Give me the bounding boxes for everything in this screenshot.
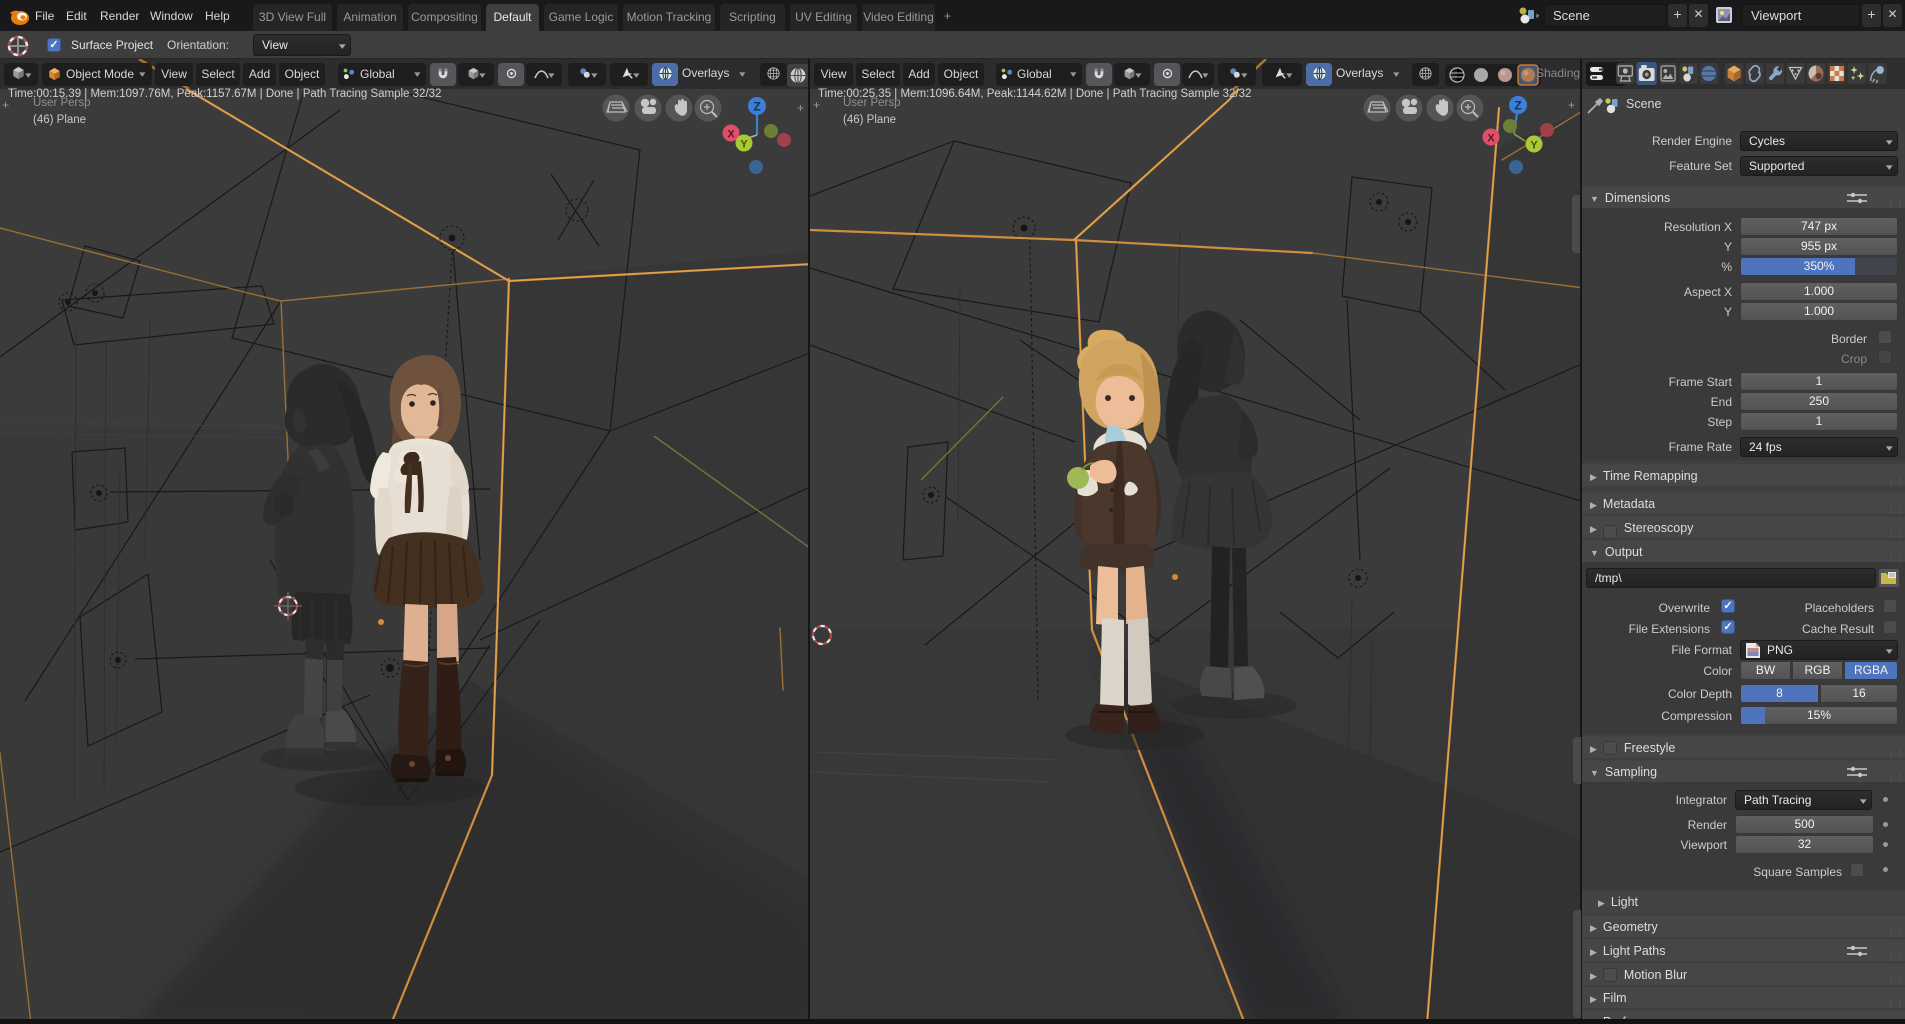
svg-text:X: X [1487, 133, 1495, 145]
svg-text:Z: Z [753, 100, 760, 114]
svg-text:Z: Z [1514, 99, 1521, 113]
svg-text:Y: Y [740, 139, 748, 151]
svg-text:Y: Y [1530, 140, 1538, 152]
svg-text:X: X [727, 129, 735, 141]
